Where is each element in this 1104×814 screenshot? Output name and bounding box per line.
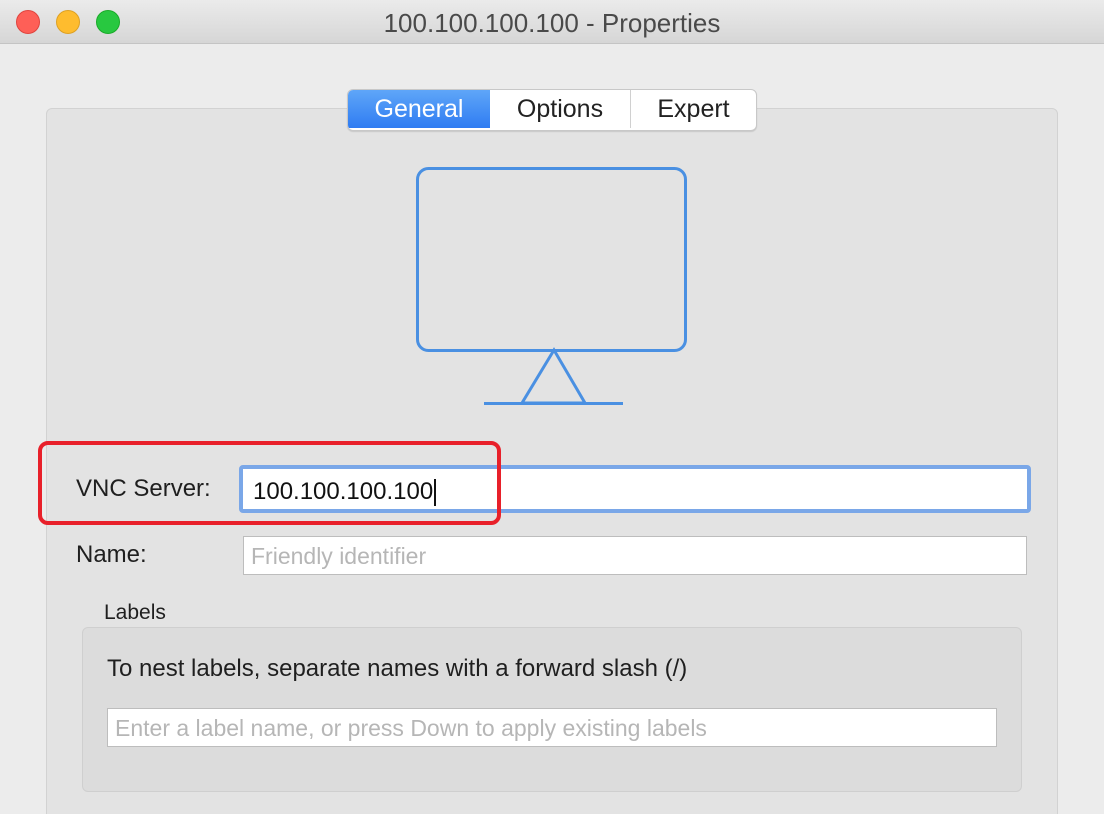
monitor-icon bbox=[414, 165, 690, 416]
labels-group-title: Labels bbox=[104, 601, 166, 624]
name-label: Name: bbox=[76, 541, 147, 568]
label-name-input[interactable]: Enter a label name, or press Down to app… bbox=[107, 708, 997, 747]
labels-hint: To nest labels, separate names with a fo… bbox=[107, 655, 688, 682]
window-title: 100.100.100.100 - Properties bbox=[383, 8, 721, 38]
tab-options[interactable]: Options bbox=[490, 90, 631, 128]
tab-general[interactable]: General bbox=[348, 90, 490, 128]
tab-bar: General Options Expert bbox=[347, 89, 757, 131]
name-input[interactable]: Friendly identifier bbox=[243, 536, 1027, 575]
title-bar: 100.100.100.100 - Properties bbox=[0, 0, 1104, 44]
properties-window: 100.100.100.100 - Properties General Opt… bbox=[0, 0, 1104, 814]
highlight-annotation bbox=[38, 441, 501, 525]
tab-expert[interactable]: Expert bbox=[631, 90, 756, 128]
